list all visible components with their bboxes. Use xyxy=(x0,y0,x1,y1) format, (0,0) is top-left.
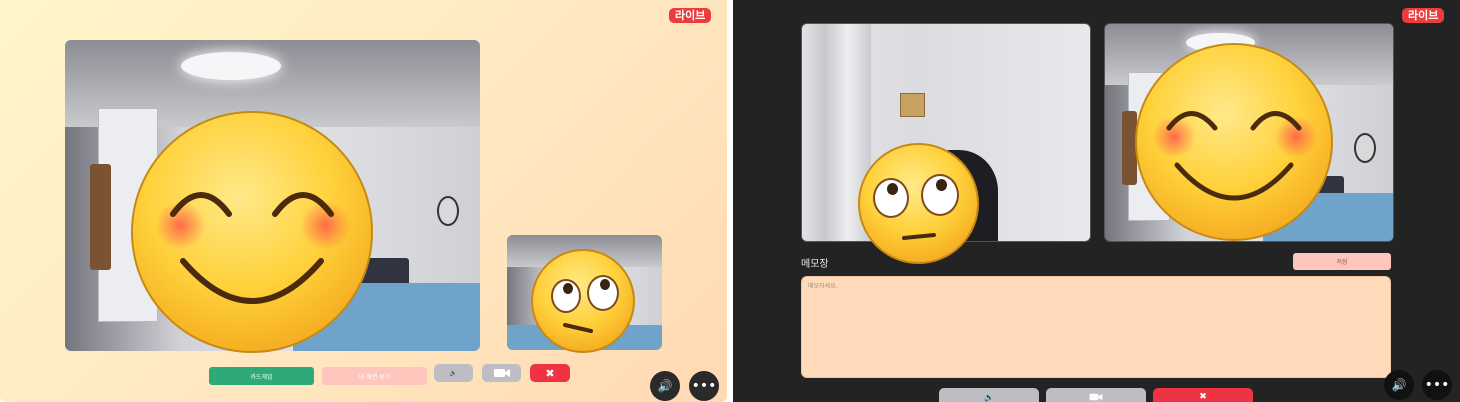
smiling-face-emoji xyxy=(1135,43,1333,241)
memo-textarea[interactable] xyxy=(801,276,1391,378)
eye-roll-emoji xyxy=(858,143,979,264)
camera-icon xyxy=(493,369,510,377)
more-options-button[interactable]: ••• xyxy=(1422,370,1452,400)
smiling-face-emoji xyxy=(131,111,373,353)
mute-button[interactable]: 🔊 xyxy=(939,388,1039,402)
memo-title: 메모장 xyxy=(801,259,829,270)
speaker-icon: 🔊 xyxy=(449,369,458,377)
mute-button[interactable]: 🔊 xyxy=(434,364,473,382)
speaker-icon: 🔊 xyxy=(1391,378,1407,392)
close-icon: ✖ xyxy=(545,366,555,380)
memo-save-button[interactable]: 저장 xyxy=(1293,253,1391,270)
my-screen-button[interactable]: 내 화면 보기 xyxy=(322,367,427,385)
camera-button[interactable] xyxy=(1046,388,1146,402)
left-call-panel: 라이브 카드게임 내 화면 보기 🔊 ✖ 🔊 ••• xyxy=(0,0,727,402)
volume-button[interactable]: 🔊 xyxy=(1384,370,1414,400)
camera-button[interactable] xyxy=(482,364,521,382)
end-call-button[interactable]: ✖ xyxy=(530,364,570,382)
more-icon: ••• xyxy=(1424,377,1450,393)
speaker-icon: 🔊 xyxy=(657,379,673,393)
live-badge: 라이브 xyxy=(1402,8,1445,23)
right-call-panel: 라이브 메모장 저장 메모하세요. 🔊 ✖ 🔊 ••• xyxy=(733,0,1460,402)
camera-icon xyxy=(1089,393,1103,401)
close-icon: ✖ xyxy=(1199,392,1207,402)
card-game-button[interactable]: 카드게임 xyxy=(209,367,314,385)
end-call-button[interactable]: ✖ xyxy=(1153,388,1253,402)
speaker-icon: 🔊 xyxy=(984,392,994,402)
volume-button[interactable]: 🔊 xyxy=(650,371,680,401)
eye-roll-emoji xyxy=(531,249,635,353)
live-badge: 라이브 xyxy=(669,8,712,23)
more-icon: ••• xyxy=(691,378,717,394)
more-options-button[interactable]: ••• xyxy=(689,371,719,401)
